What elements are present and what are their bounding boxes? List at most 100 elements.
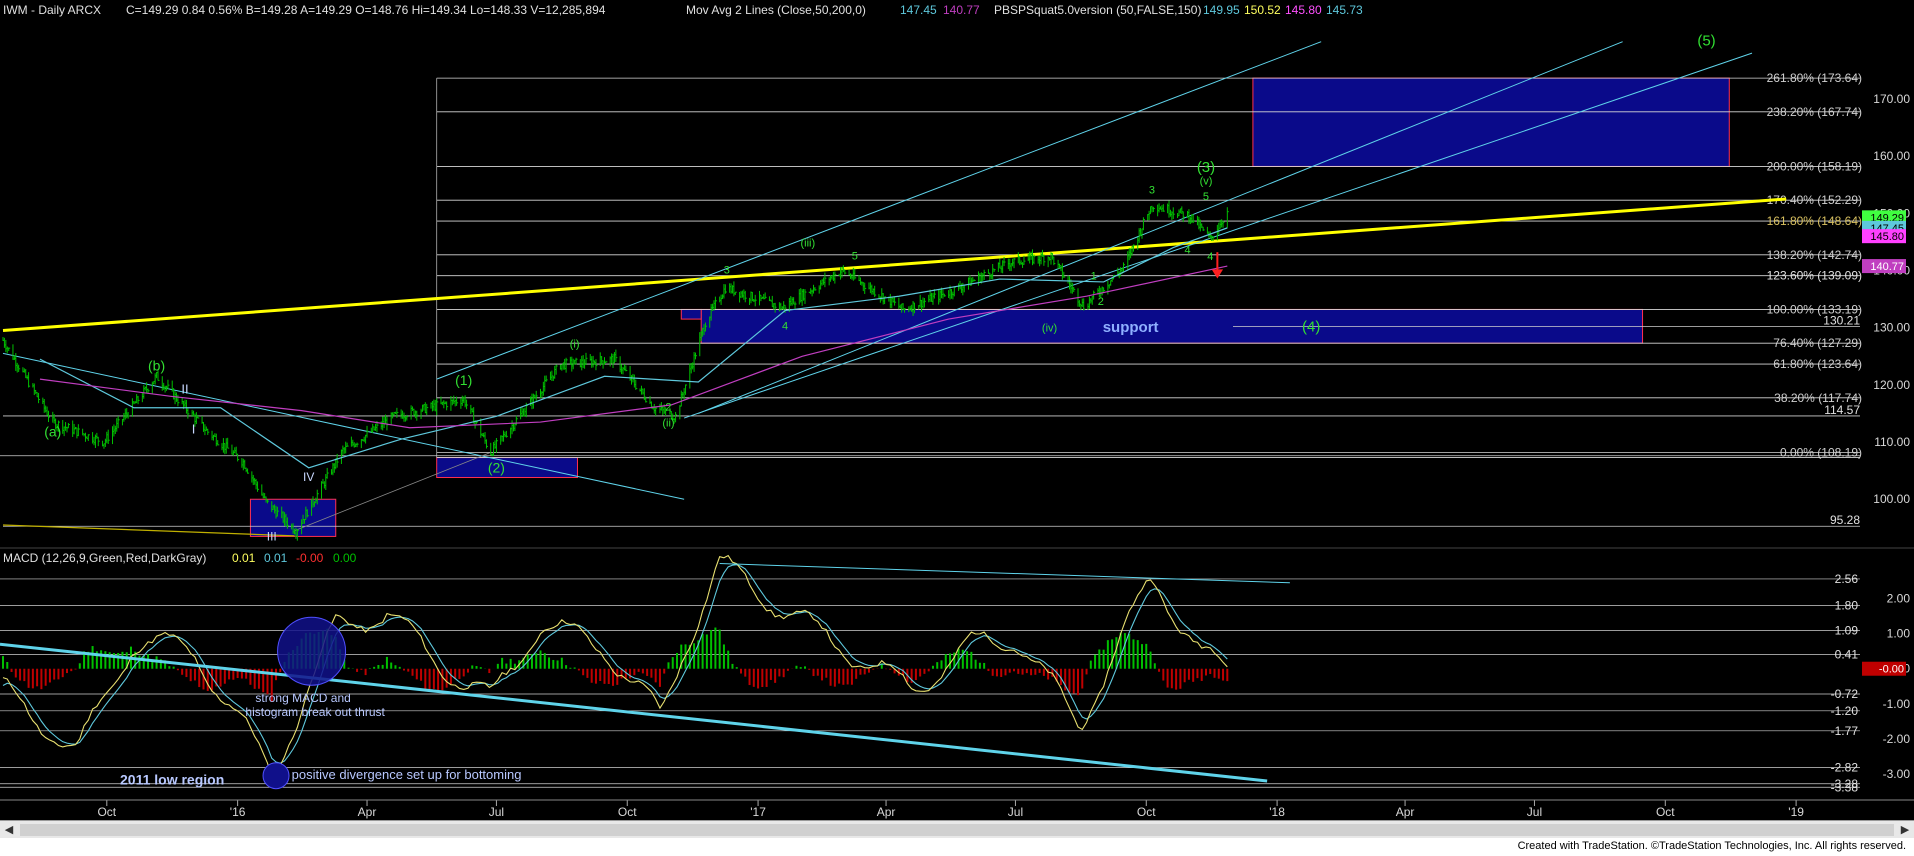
wave-label: (a)	[44, 423, 61, 439]
x-tick-label: Apr	[877, 805, 896, 819]
mova-value-2: 140.77	[943, 3, 980, 17]
macd-level-label: -3.38	[1831, 780, 1859, 794]
x-tick-label: Jul	[489, 805, 504, 819]
level-value-label: 130.21	[1823, 313, 1860, 327]
macd-level-label: -2.82	[1831, 761, 1859, 775]
price-tag-label: 145.80	[1870, 231, 1904, 243]
macd-y-tick: -3.00	[1883, 767, 1911, 781]
scroll-left-icon[interactable]: ◀	[2, 823, 16, 837]
x-tick-label: Apr	[358, 805, 377, 819]
wave-label: 5	[852, 251, 858, 263]
squat-value-4: 145.73	[1326, 3, 1363, 17]
scroll-right-icon[interactable]: ▶	[1898, 823, 1912, 837]
y-tick-label: 170.00	[1873, 92, 1910, 106]
macd-y-tick: -2.00	[1883, 732, 1911, 746]
wave-label: (4)	[1302, 319, 1320, 336]
macd-y-tick: 2.00	[1887, 592, 1911, 606]
macd-level-label: -1.77	[1831, 724, 1859, 738]
wave-label: III	[267, 529, 277, 543]
x-tick-label: Oct	[97, 805, 116, 819]
macd-value-1: 0.01	[232, 551, 256, 565]
macd-level-label: 1.09	[1835, 624, 1859, 638]
fib-label: 138.20% (142.74)	[1767, 248, 1862, 262]
squat-value-2: 150.52	[1244, 3, 1281, 17]
fib-label: 261.80% (173.64)	[1767, 71, 1862, 85]
squat-value-1: 149.95	[1203, 3, 1240, 17]
macd-value-2: 0.01	[264, 551, 288, 565]
y-tick-label: 110.00	[1874, 435, 1910, 449]
footer-bar: Created with TradeStation. ©TradeStation…	[0, 838, 1914, 856]
price-tag-label: 140.77	[1870, 261, 1904, 273]
macd-level-label: 1.80	[1835, 599, 1859, 613]
wave-label: 4	[1184, 244, 1190, 256]
macd-level-label: 0.41	[1835, 647, 1859, 661]
fib-label: 61.80% (123.64)	[1773, 357, 1862, 371]
macd-divergence-circle	[262, 762, 290, 790]
wave-label: 5	[1203, 191, 1209, 203]
x-tick-label: '19	[1788, 805, 1804, 819]
x-tick-label: Jul	[1008, 805, 1023, 819]
macd-annotation-low-region: 2011 low region	[120, 771, 224, 787]
wave-label: I	[192, 421, 196, 436]
wave-label: 2	[1098, 296, 1104, 308]
wave-label: 4	[782, 320, 788, 332]
squat-label: PBSPSquat5.0version (50,FALSE,150)	[994, 3, 1201, 17]
fib-label: 76.40% (127.29)	[1773, 336, 1862, 350]
fib-label: 123.60% (139.09)	[1767, 269, 1862, 283]
y-tick-label: 160.00	[1873, 149, 1910, 163]
x-tick-label: Oct	[1656, 805, 1675, 819]
credit-text: Created with TradeStation. ©TradeStation…	[1517, 840, 1906, 852]
symbol-title: IWM - Daily ARCX	[3, 3, 101, 17]
macd-breakout-circle	[277, 616, 347, 686]
wave-label: II	[181, 381, 188, 396]
level-value-label: 114.57	[1824, 403, 1860, 417]
macd-annotation-breakout: strong MACD and	[255, 691, 350, 705]
support-box-left	[680, 308, 702, 320]
macd-value-tag: -0.00	[1879, 664, 1904, 676]
price-chart: IWM - Daily ARCX C=149.29 0.84 0.56% B=1…	[0, 0, 1914, 820]
wave-label: (3)	[1197, 159, 1215, 176]
wave-label: (iii)	[800, 237, 815, 249]
x-tick-label: Oct	[618, 805, 637, 819]
x-tick-label: '17	[750, 805, 766, 819]
target-box-5	[1252, 77, 1730, 167]
x-tick-label: '18	[1269, 805, 1285, 819]
scroll-track[interactable]	[20, 824, 1894, 836]
wave-label: (v)	[1200, 176, 1213, 188]
macd-level-label: -0.72	[1831, 687, 1859, 701]
macd-annotation-divergence: positive divergence set up for bottoming	[292, 767, 522, 782]
macd-label: MACD (12,26,9,Green,Red,DarkGray)	[3, 551, 206, 565]
x-tick-label: Oct	[1137, 805, 1156, 819]
wave-label: (iv)	[1042, 323, 1057, 335]
x-tick-label: '16	[230, 805, 246, 819]
macd-level-label: 2.56	[1835, 572, 1859, 586]
x-tick-label: Jul	[1527, 805, 1542, 819]
wave-label: IV	[303, 470, 314, 484]
x-tick-label: Apr	[1396, 805, 1415, 819]
fib-label: 238.20% (167.74)	[1767, 105, 1862, 119]
macd-value-3: -0.00	[296, 551, 324, 565]
y-tick-label: 100.00	[1873, 492, 1910, 506]
wave-label: (ii)	[662, 418, 674, 430]
squat-value-3: 145.80	[1285, 3, 1322, 17]
quote-readout: C=149.29 0.84 0.56% B=149.28 A=149.29 O=…	[126, 3, 606, 17]
mova-value-1: 147.45	[900, 3, 937, 17]
fib-label: 200.00% (158.19)	[1767, 159, 1862, 173]
y-tick-label: 130.00	[1873, 321, 1910, 335]
fib-label: 161.80% (148.64)	[1767, 214, 1862, 228]
wave-2-box	[436, 457, 578, 479]
macd-y-tick: -1.00	[1883, 697, 1911, 711]
wave-label: 3	[1149, 184, 1155, 196]
wave-label: 3	[724, 264, 730, 276]
level-value-label: 95.28	[1830, 513, 1860, 527]
y-tick-label: 120.00	[1873, 378, 1910, 392]
wave-label: (b)	[148, 358, 165, 374]
macd-annotation-breakout-2: histogram break out thrust	[245, 705, 385, 719]
horizontal-scrollbar[interactable]: ◀ ▶	[0, 820, 1914, 839]
wave-label: 1	[1091, 271, 1097, 283]
macd-level-label: -1.20	[1831, 704, 1859, 718]
wave-label: (5)	[1697, 33, 1715, 50]
macd-value-4: 0.00	[333, 551, 357, 565]
wave-label: 4	[1207, 251, 1213, 263]
chart-area: IWM - Daily ARCX C=149.29 0.84 0.56% B=1…	[0, 0, 1914, 856]
